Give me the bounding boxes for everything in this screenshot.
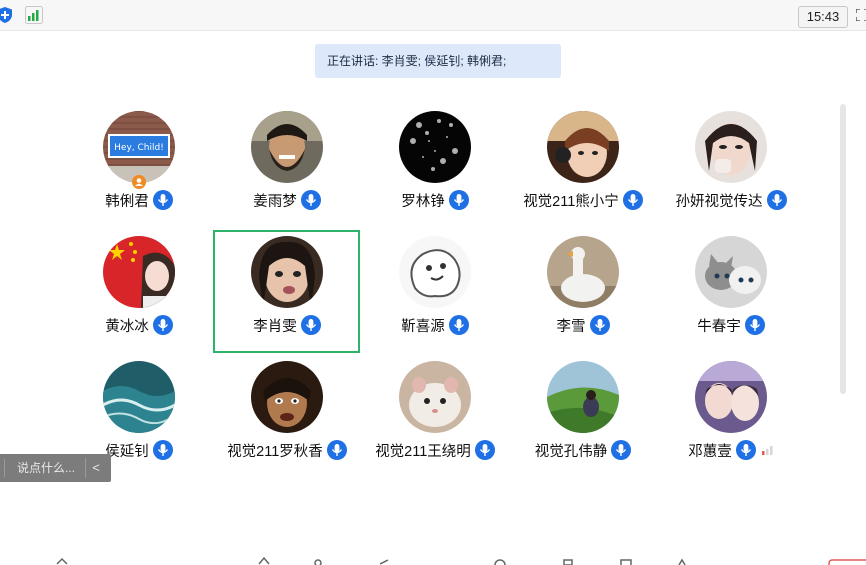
participant-tile[interactable]: 靳喜源 bbox=[361, 236, 509, 360]
participant-tile[interactable]: 视觉211熊小宁 bbox=[509, 111, 657, 235]
participant-avatar[interactable] bbox=[695, 361, 767, 433]
chat-input[interactable]: 说点什么... bbox=[4, 459, 84, 477]
participant-name: 邓蕙壹 bbox=[688, 443, 732, 460]
participant-name: 韩俐君 bbox=[105, 193, 149, 210]
grid-scrollbar[interactable] bbox=[840, 104, 846, 394]
bottom-toolbar bbox=[0, 555, 866, 565]
participant-name-row: 韩俐君 bbox=[65, 189, 213, 211]
participant-name: 视觉孔伟静 bbox=[534, 443, 608, 460]
participant-name: 李肖雯 bbox=[253, 318, 297, 335]
svg-text:Hey, Child!: Hey, Child! bbox=[114, 143, 164, 153]
participant-avatar[interactable] bbox=[251, 361, 323, 433]
toolbar-icon-c[interactable] bbox=[312, 557, 324, 565]
microphone-icon[interactable] bbox=[152, 440, 173, 460]
participant-name-row: 罗林铮 bbox=[361, 189, 509, 211]
microphone-icon[interactable] bbox=[766, 190, 787, 210]
microphone-icon[interactable] bbox=[448, 190, 469, 210]
participant-name: 孙妍视觉传达 bbox=[675, 193, 763, 210]
participant-tile[interactable]: 视觉孔伟静 bbox=[509, 361, 657, 485]
participant-tile[interactable]: 李肖雯 bbox=[213, 236, 361, 360]
fullscreen-icon[interactable] bbox=[856, 9, 866, 21]
signal-strength-icon[interactable] bbox=[25, 6, 43, 24]
participant-name: 李雪 bbox=[556, 318, 586, 335]
microphone-icon[interactable] bbox=[622, 190, 643, 210]
participant-avatar[interactable] bbox=[547, 361, 619, 433]
microphone-icon[interactable] bbox=[326, 440, 347, 460]
participant-name: 靳喜源 bbox=[401, 318, 445, 335]
participant-name-row: 视觉211王绕明 bbox=[361, 439, 509, 461]
participant-avatar[interactable] bbox=[399, 236, 471, 308]
participant-name-row: 靳喜源 bbox=[361, 314, 509, 336]
participant-avatar[interactable] bbox=[547, 236, 619, 308]
microphone-icon[interactable] bbox=[474, 440, 495, 460]
participant-name-row: 视觉211熊小宁 bbox=[509, 189, 657, 211]
participant-avatar[interactable] bbox=[695, 236, 767, 308]
microphone-icon[interactable] bbox=[152, 190, 173, 210]
top-bar: 15:43 bbox=[0, 0, 866, 31]
participant-tile[interactable]: 视觉211王绕明 bbox=[361, 361, 509, 485]
active-speakers-banner: 正在讲话: 李肖雯; 侯延钊; 韩俐君; bbox=[315, 44, 561, 78]
participant-name: 牛春宇 bbox=[697, 318, 741, 335]
participant-tile[interactable]: 视觉211罗秋香 bbox=[213, 361, 361, 485]
chat-collapse-button[interactable]: < bbox=[85, 458, 106, 478]
chat-bar: 说点什么... < bbox=[0, 454, 111, 482]
microphone-icon[interactable] bbox=[300, 190, 321, 210]
toolbar-icon-f[interactable] bbox=[562, 557, 574, 565]
weak-signal-icon bbox=[761, 446, 773, 455]
leave-button-edge[interactable] bbox=[828, 557, 866, 565]
participant-name-row: 孙妍视觉传达 bbox=[657, 189, 805, 211]
participant-name-row: 视觉孔伟静 bbox=[509, 439, 657, 461]
participant-avatar[interactable] bbox=[251, 236, 323, 308]
participant-name: 视觉211王绕明 bbox=[375, 443, 471, 460]
participant-avatar[interactable] bbox=[547, 111, 619, 183]
participant-tile[interactable]: 李雪 bbox=[509, 236, 657, 360]
toolbar-icon-a[interactable] bbox=[56, 557, 68, 565]
participant-tile[interactable]: 黄冰冰 bbox=[65, 236, 213, 360]
microphone-icon[interactable] bbox=[300, 315, 321, 335]
toolbar-icon-h[interactable] bbox=[676, 557, 688, 565]
participant-avatar[interactable] bbox=[103, 361, 175, 433]
participant-avatar[interactable] bbox=[399, 111, 471, 183]
microphone-icon[interactable] bbox=[744, 315, 765, 335]
participant-name-row: 姜雨梦 bbox=[213, 189, 361, 211]
participant-avatar[interactable] bbox=[695, 111, 767, 183]
participant-name: 罗林铮 bbox=[401, 193, 445, 210]
microphone-icon[interactable] bbox=[735, 440, 756, 460]
microphone-icon[interactable] bbox=[152, 315, 173, 335]
participant-tile[interactable]: 邓蕙壹 bbox=[657, 361, 805, 485]
participant-name-row: 黄冰冰 bbox=[65, 314, 213, 336]
toolbar-icon-b[interactable] bbox=[258, 557, 270, 565]
microphone-icon[interactable] bbox=[589, 315, 610, 335]
toolbar-icon-e[interactable] bbox=[494, 557, 506, 565]
participant-tile[interactable]: 罗林铮 bbox=[361, 111, 509, 235]
participant-tile[interactable]: 牛春宇 bbox=[657, 236, 805, 360]
participant-tile[interactable]: Hey, Child! 韩俐君 bbox=[65, 111, 213, 235]
meeting-clock: 15:43 bbox=[798, 6, 848, 28]
shield-plus-icon[interactable] bbox=[0, 7, 12, 23]
microphone-icon[interactable] bbox=[611, 440, 632, 460]
microphone-icon[interactable] bbox=[448, 315, 469, 335]
participant-name: 视觉211熊小宁 bbox=[523, 193, 619, 210]
host-badge-icon bbox=[132, 175, 146, 189]
toolbar-icon-g[interactable] bbox=[620, 557, 632, 565]
toolbar-icon-d[interactable] bbox=[378, 557, 390, 565]
participant-avatar[interactable] bbox=[251, 111, 323, 183]
participant-tile[interactable]: 孙妍视觉传达 bbox=[657, 111, 805, 235]
participant-name-row: 视觉211罗秋香 bbox=[213, 439, 361, 461]
participant-name-row: 李雪 bbox=[509, 314, 657, 336]
participant-tile[interactable]: 姜雨梦 bbox=[213, 111, 361, 235]
participant-name: 视觉211罗秋香 bbox=[227, 443, 323, 460]
participant-avatar[interactable] bbox=[103, 236, 175, 308]
participant-name-row: 牛春宇 bbox=[657, 314, 805, 336]
participant-name: 侯延钊 bbox=[105, 443, 149, 460]
participant-avatar[interactable] bbox=[399, 361, 471, 433]
participant-name: 姜雨梦 bbox=[253, 193, 297, 210]
participant-name-row: 李肖雯 bbox=[213, 314, 361, 336]
participant-avatar[interactable]: Hey, Child! bbox=[103, 111, 175, 183]
participant-name-row: 邓蕙壹 bbox=[657, 439, 805, 461]
participant-name: 黄冰冰 bbox=[105, 318, 149, 335]
